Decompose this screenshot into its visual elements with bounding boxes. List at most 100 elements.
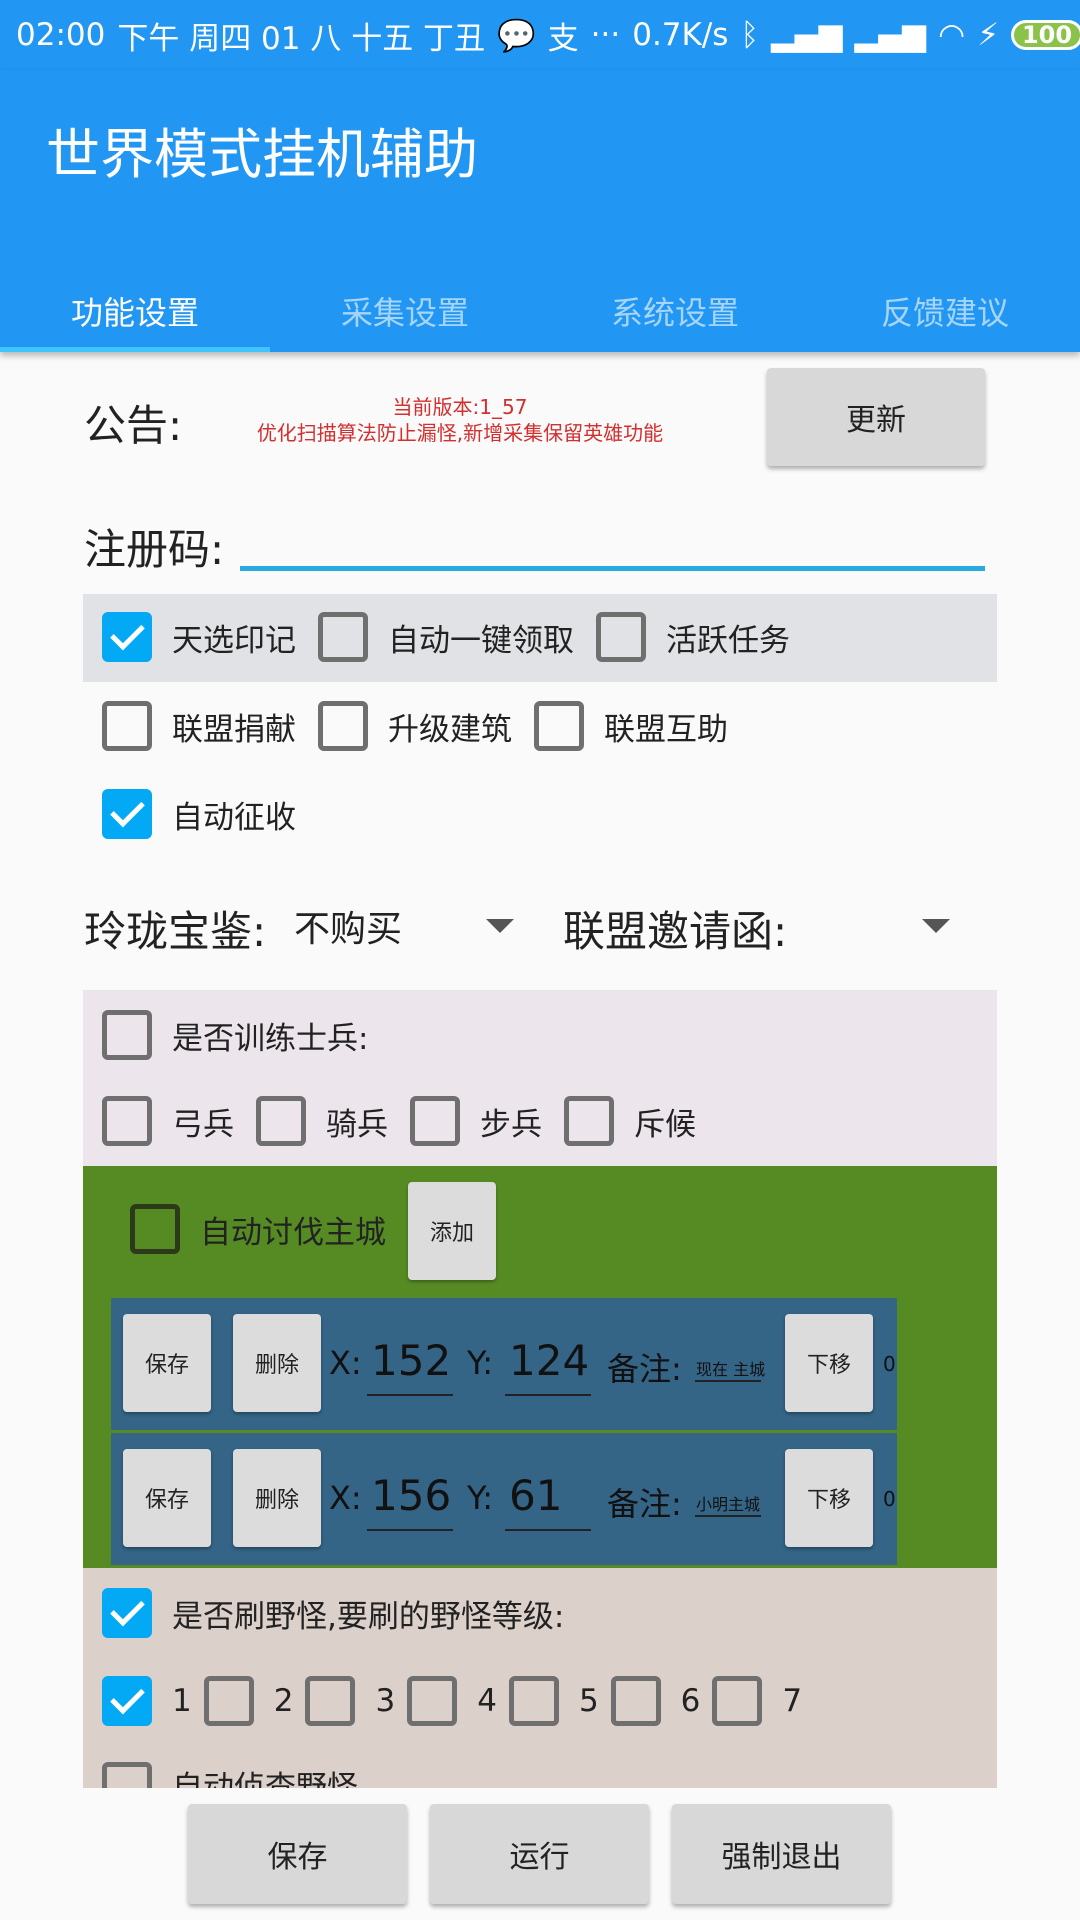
- checkbox-level-6[interactable]: [610, 1676, 661, 1726]
- entry-index: 0: [883, 1352, 896, 1376]
- tab-gather-settings[interactable]: 采集设置: [270, 270, 540, 352]
- note-label: 备注:: [607, 1485, 682, 1523]
- x-input[interactable]: 152: [371, 1336, 451, 1385]
- tab-feedback[interactable]: 反馈建议: [810, 270, 1080, 352]
- y-input[interactable]: 124: [509, 1336, 589, 1385]
- checkbox-archer[interactable]: [102, 1096, 152, 1146]
- treasure-dropdown[interactable]: 不购买: [294, 900, 514, 952]
- x-input[interactable]: 156: [371, 1471, 451, 1520]
- x-label: X:: [329, 1479, 362, 1517]
- checkbox-alliance-help[interactable]: [534, 701, 584, 751]
- app-bar: 世界模式挂机辅助 功能设置 采集设置 系统设置 反馈建议: [0, 70, 1080, 352]
- attack-entry: 保存 删除 X: 156 Y: 61 备注: 小明主城 下移 0: [111, 1433, 897, 1565]
- tab-function-settings[interactable]: 功能设置: [0, 270, 270, 352]
- label-level-4: 4: [477, 1683, 497, 1719]
- note-underline: [695, 1380, 761, 1382]
- tab-bar: 功能设置 采集设置 系统设置 反馈建议: [0, 270, 1080, 352]
- checkbox-cavalry[interactable]: [256, 1096, 306, 1146]
- checkbox-alliance-donate[interactable]: [102, 701, 152, 751]
- note-label: 备注:: [607, 1350, 682, 1388]
- checkbox-auto-collect[interactable]: [102, 789, 152, 839]
- checkbox-level-2[interactable]: [203, 1676, 254, 1726]
- dropdown-arrow-icon: [922, 919, 950, 933]
- checkbox-auto-scout-wild[interactable]: [102, 1762, 152, 1788]
- label-scout: 斥候: [634, 1106, 696, 1143]
- checkbox-auto-claim[interactable]: [318, 612, 368, 662]
- y-underline: [505, 1529, 591, 1531]
- checkbox-level-5[interactable]: [508, 1676, 559, 1726]
- label-level-7: 7: [782, 1683, 803, 1719]
- network-speed: 0.7K/s: [632, 17, 729, 53]
- invite-label: 联盟邀请函:: [563, 907, 788, 956]
- note-underline: [695, 1515, 761, 1517]
- checkbox-infantry[interactable]: [410, 1096, 460, 1146]
- checkbox-auto-attack[interactable]: [130, 1204, 180, 1254]
- label-level-1: 1: [172, 1683, 192, 1719]
- treasure-label: 玲珑宝鉴:: [84, 907, 267, 956]
- bottom-save-button[interactable]: 保存: [188, 1804, 407, 1904]
- entry-delete-button[interactable]: 删除: [233, 1449, 321, 1547]
- attack-panel: 自动讨伐主城 添加 保存 删除 X: 152 Y: 124 备注: 现在 主城 …: [83, 1166, 997, 1568]
- entry-move-down-button[interactable]: 下移: [785, 1449, 873, 1547]
- message-icon: 💬: [497, 17, 536, 54]
- label-level-2: 2: [273, 1683, 294, 1719]
- y-input[interactable]: 61: [509, 1471, 562, 1520]
- checkbox-train-soldiers[interactable]: [102, 1010, 152, 1060]
- label-auto-claim: 自动一键领取: [388, 622, 574, 659]
- checkbox-level-7[interactable]: [712, 1676, 763, 1726]
- dropdown-arrow-icon: [486, 919, 514, 933]
- invite-dropdown[interactable]: [810, 900, 950, 952]
- checkbox-wild-monster[interactable]: [102, 1588, 152, 1638]
- registration-input-underline: [240, 566, 985, 571]
- checkbox-level-1[interactable]: [102, 1676, 152, 1726]
- treasure-value: 不购买: [294, 909, 403, 950]
- label-archer: 弓兵: [172, 1106, 234, 1143]
- checkbox-tianxuan[interactable]: [102, 612, 152, 662]
- checkbox-scout[interactable]: [564, 1096, 614, 1146]
- label-auto-collect: 自动征收: [172, 799, 296, 836]
- registration-input[interactable]: [244, 516, 974, 564]
- label-upgrade-building: 升级建筑: [388, 711, 512, 748]
- label-active-task: 活跃任务: [666, 622, 790, 659]
- app-notification-icon: 支: [547, 20, 579, 57]
- label-alliance-donate: 联盟捐献: [172, 711, 296, 748]
- label-tianxuan: 天选印记: [172, 622, 296, 659]
- label-auto-scout-wild: 自动侦查野怪: [172, 1770, 358, 1788]
- announcement-text: 优化扫描算法防止漏怪,新增采集保留英雄功能: [256, 421, 664, 445]
- signal-icon: ▂▄▆: [771, 17, 843, 53]
- wifi-icon: ◠: [938, 17, 966, 53]
- note-input[interactable]: 现在 主城: [696, 1356, 765, 1380]
- label-cavalry: 骑兵: [326, 1106, 388, 1143]
- x-underline: [367, 1529, 453, 1531]
- checkbox-level-4[interactable]: [407, 1676, 458, 1726]
- charging-icon: ⚡: [977, 17, 999, 53]
- bluetooth-icon: ᛒ: [740, 17, 760, 53]
- version-text: 当前版本:1_57: [392, 395, 528, 419]
- label-train-soldiers: 是否训练士兵:: [172, 1020, 369, 1057]
- app-title: 世界模式挂机辅助: [46, 123, 478, 186]
- status-date: 下午 周四 01 八 十五 丁丑: [117, 20, 486, 57]
- entry-save-button[interactable]: 保存: [123, 1314, 211, 1412]
- entry-index: 0: [883, 1487, 896, 1511]
- y-label: Y:: [467, 1344, 494, 1382]
- add-button[interactable]: 添加: [408, 1182, 496, 1280]
- force-exit-button[interactable]: 强制退出: [672, 1804, 891, 1904]
- note-input[interactable]: 小明主城: [696, 1491, 760, 1515]
- battery-indicator: 100: [1010, 20, 1080, 50]
- status-time: 02:00: [16, 17, 106, 53]
- checkbox-active-task[interactable]: [596, 612, 646, 662]
- update-button[interactable]: 更新: [767, 368, 985, 466]
- entry-move-down-button[interactable]: 下移: [785, 1314, 873, 1412]
- entry-delete-button[interactable]: 删除: [233, 1314, 321, 1412]
- entry-save-button[interactable]: 保存: [123, 1449, 211, 1547]
- attack-entry: 保存 删除 X: 152 Y: 124 备注: 现在 主城 下移 0: [111, 1298, 897, 1430]
- checkbox-upgrade-building[interactable]: [318, 701, 368, 751]
- run-button[interactable]: 运行: [430, 1804, 649, 1904]
- tab-system-settings[interactable]: 系统设置: [540, 270, 810, 352]
- x-underline: [367, 1394, 453, 1396]
- label-auto-attack: 自动讨伐主城: [200, 1214, 386, 1251]
- label-level-6: 6: [680, 1683, 701, 1719]
- x-label: X:: [329, 1344, 362, 1382]
- checkbox-level-3[interactable]: [305, 1676, 356, 1726]
- signal-icon-2: ▂▄▆: [854, 17, 927, 53]
